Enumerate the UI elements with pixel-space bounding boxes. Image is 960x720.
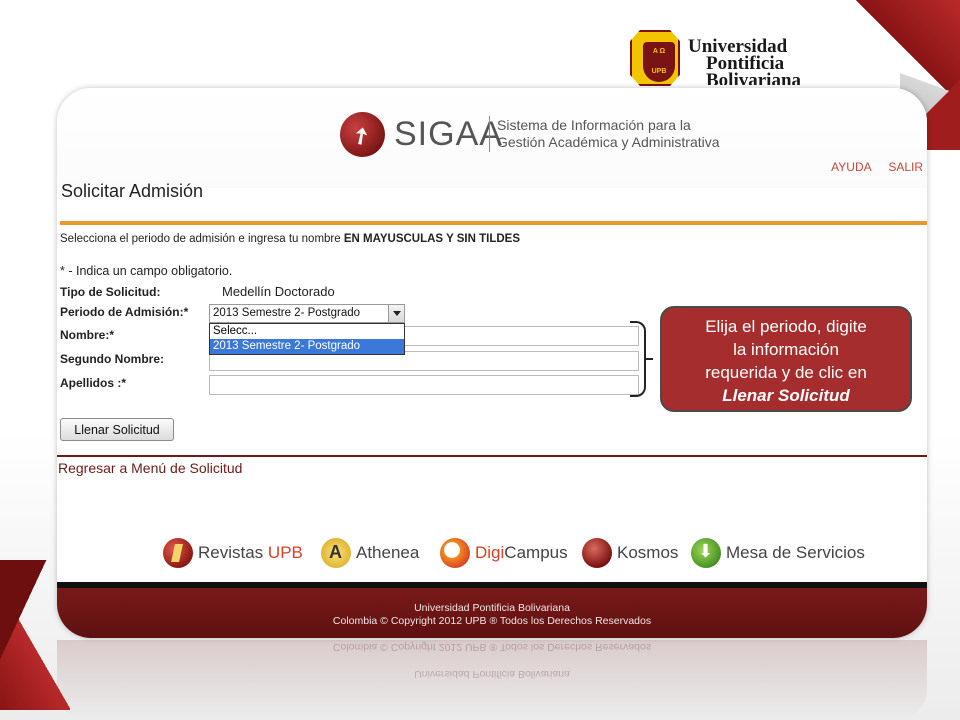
service-mesa[interactable]: Mesa de Servicios bbox=[691, 536, 865, 570]
header: ➚ SIGAA Sistema de Información para la G… bbox=[57, 88, 927, 188]
service-revistas[interactable]: Revistas UPB bbox=[163, 536, 303, 570]
title-divider bbox=[60, 221, 927, 225]
segundo-nombre-label: Segundo Nombre: bbox=[60, 352, 164, 366]
brand-name: SIGAA bbox=[394, 115, 503, 153]
service-athenea[interactable]: Athenea bbox=[321, 536, 419, 570]
periodo-select[interactable]: 2013 Semestre 2- Postgrado bbox=[209, 304, 405, 323]
sigaa-logo-icon: ➚ bbox=[340, 112, 385, 157]
instruction-callout: Elija el periodo, digite la información … bbox=[660, 306, 912, 412]
chevron-down-icon[interactable] bbox=[388, 305, 404, 322]
brand-tagline: Sistema de Información para la Gestión A… bbox=[497, 117, 720, 150]
book-icon bbox=[163, 538, 193, 568]
page-title: Solicitar Admisión bbox=[61, 181, 204, 201]
service-digicampus[interactable]: DigiCampus bbox=[440, 536, 568, 570]
llenar-solicitud-button[interactable]: Llenar Solicitud bbox=[60, 418, 174, 441]
footer: Universidad Pontificia Bolivariana Colom… bbox=[57, 588, 927, 638]
help-link[interactable]: AYUDA bbox=[831, 160, 871, 174]
periodo-label: Periodo de Admisión:* bbox=[60, 305, 189, 319]
tipo-value: Medellín Doctorado bbox=[222, 284, 335, 299]
nombre-label: Nombre:* bbox=[60, 328, 115, 342]
section-divider bbox=[57, 455, 927, 457]
service-kosmos[interactable]: Kosmos bbox=[582, 536, 678, 570]
periodo-option[interactable]: Selecc... bbox=[210, 324, 404, 339]
brand-separator bbox=[489, 116, 490, 152]
university-name: Universidad Pontificia Bolivariana bbox=[688, 36, 802, 85]
back-to-menu-link[interactable]: Regresar a Menú de Solicitud bbox=[58, 460, 242, 476]
periodo-option-selected[interactable]: 2013 Semestre 2- Postgrado bbox=[210, 339, 404, 354]
apellidos-label: Apellidos :* bbox=[60, 376, 127, 390]
apellidos-input[interactable] bbox=[209, 375, 639, 395]
university-logo: A Ω UPB Universidad Pontificia Bolivaria… bbox=[626, 26, 801, 88]
download-icon bbox=[691, 538, 721, 568]
bracket-annotation bbox=[630, 321, 653, 397]
footer-reflection: Colombia © Copyright 2012 UPB ® Todos lo… bbox=[57, 640, 927, 720]
required-note: * - Indica un campo obligatorio. bbox=[60, 264, 233, 278]
logout-link[interactable]: SALIR bbox=[888, 160, 923, 174]
tipo-label: Tipo de Solicitud: bbox=[60, 285, 161, 299]
periodo-dropdown-list: Selecc... 2013 Semestre 2- Postgrado bbox=[209, 323, 405, 355]
top-links: AYUDA SALIR bbox=[817, 160, 923, 174]
corner-decoration-left-dark bbox=[0, 560, 60, 680]
instruction-text: Selecciona el periodo de admisión e ingr… bbox=[60, 233, 520, 245]
athenea-icon bbox=[321, 538, 351, 568]
kosmos-icon bbox=[582, 538, 612, 568]
digicampus-icon bbox=[440, 538, 470, 568]
crest-icon: A Ω UPB bbox=[630, 30, 680, 86]
